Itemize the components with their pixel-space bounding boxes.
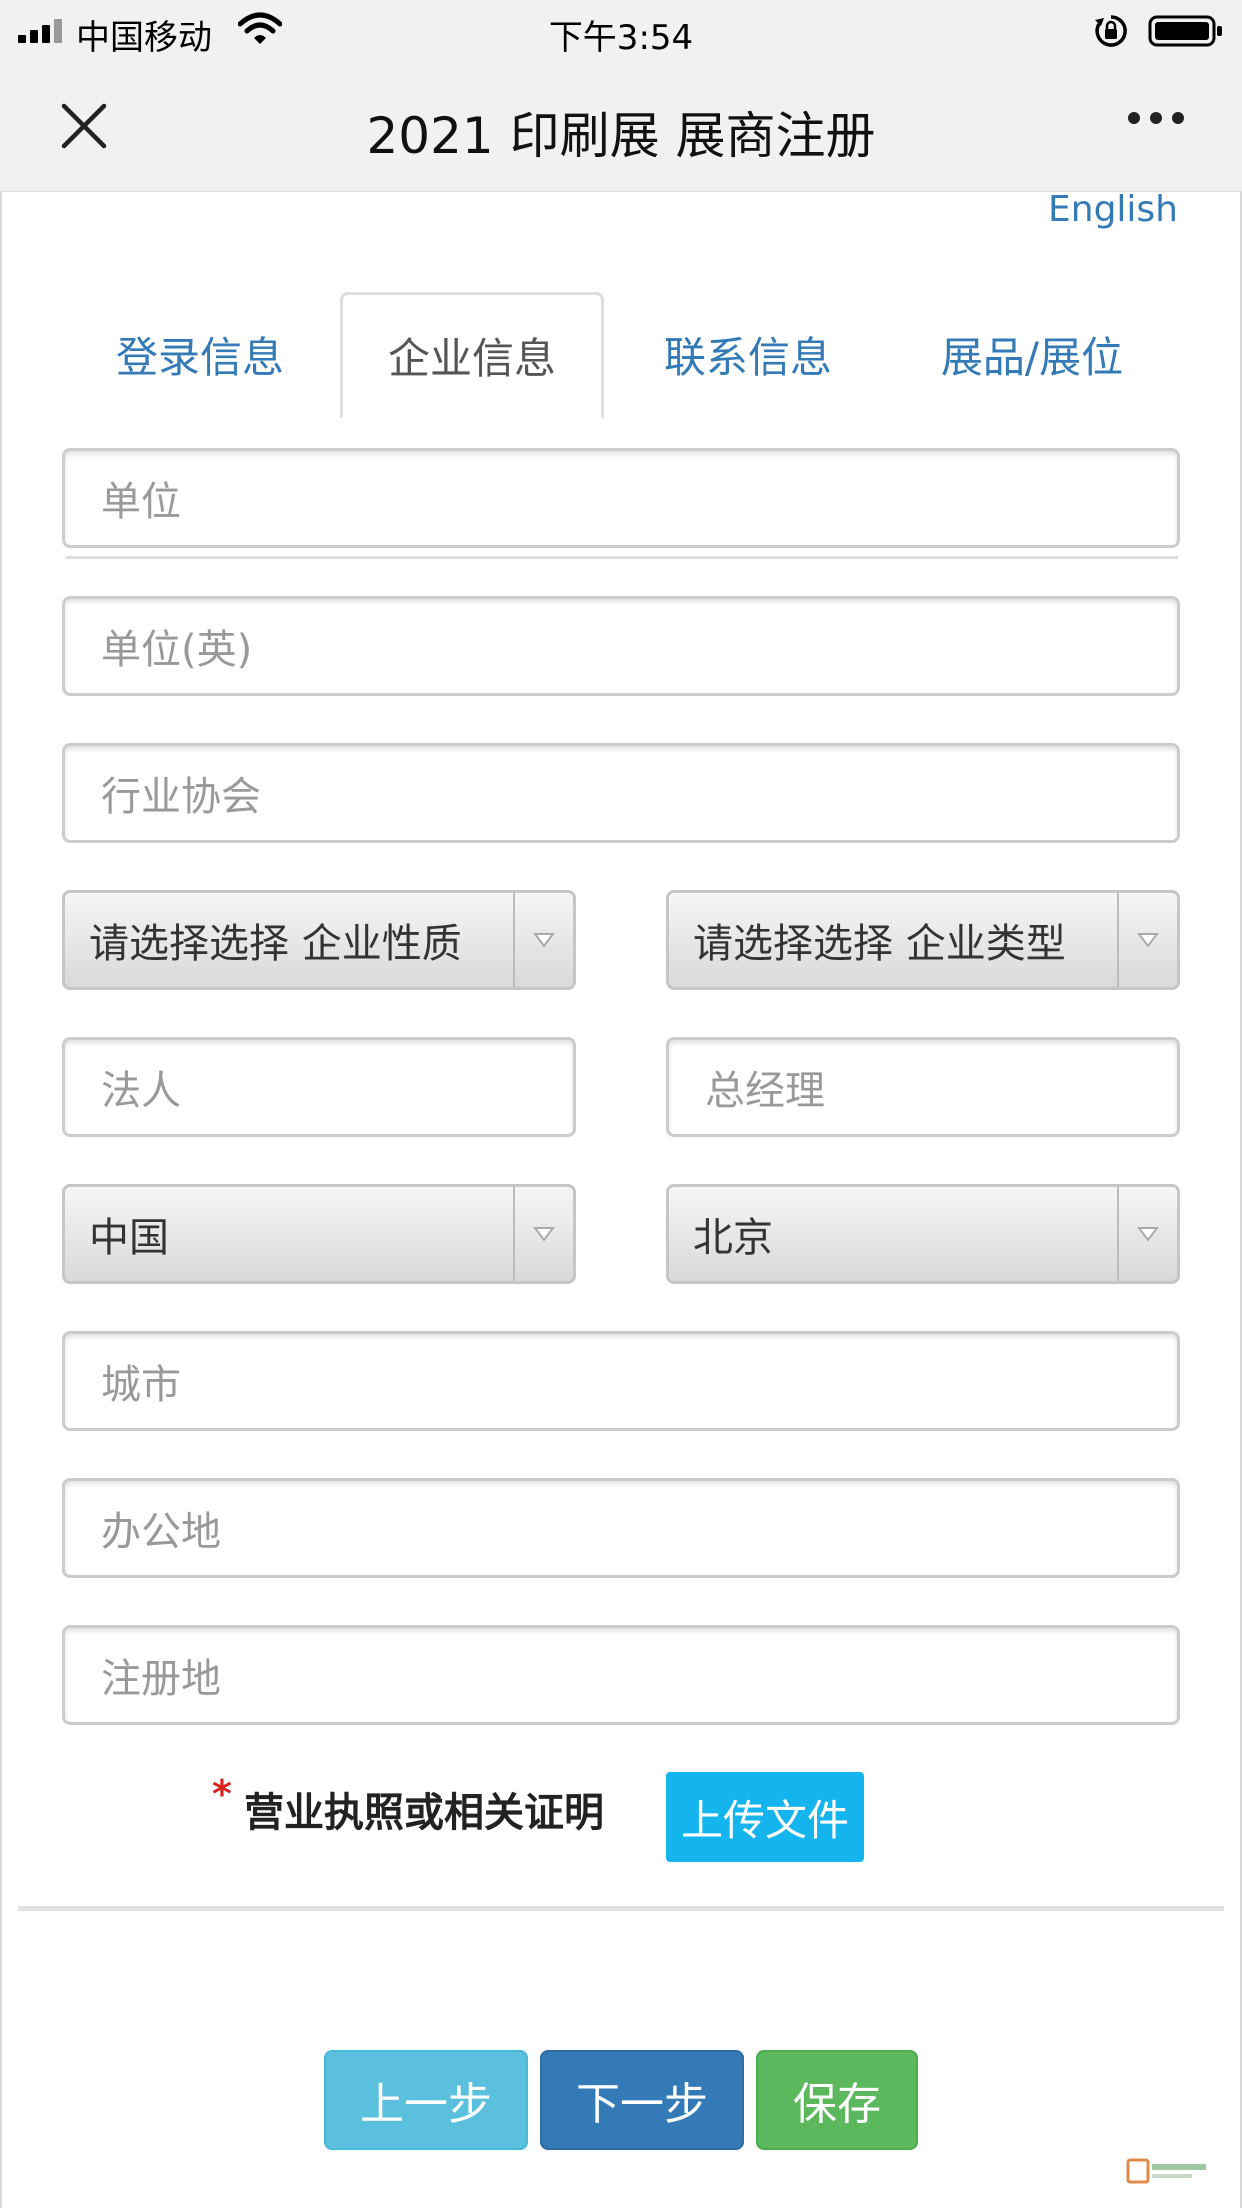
required-mark: * [212, 1772, 232, 1816]
country-select[interactable]: 中国 [62, 1184, 576, 1284]
province-select[interactable]: 北京 [666, 1184, 1180, 1284]
tab-divider [66, 556, 1178, 559]
watermark-logo [1126, 2158, 1206, 2184]
section-divider [18, 1906, 1224, 1911]
company-name-en-input[interactable]: 单位(英) [62, 596, 1180, 696]
previous-step-button[interactable]: 上一步 [324, 2050, 528, 2150]
chevron-down-icon [513, 893, 573, 987]
battery-icon [1148, 15, 1222, 47]
language-switch-link[interactable]: English [1048, 192, 1178, 228]
company-type-select-value: 请选择选择 企业类型 [693, 921, 1066, 967]
company-name-input[interactable]: 单位 [62, 448, 1180, 548]
page-title: 2021 印刷展 展商注册 [366, 107, 876, 165]
tab-login-info[interactable]: 登录信息 [78, 292, 322, 416]
nav-bar: 2021 印刷展 展商注册 [0, 62, 1242, 192]
company-nature-select[interactable]: 请选择选择 企业性质 [62, 890, 576, 990]
company-nature-select-value: 请选择选择 企业性质 [89, 921, 462, 967]
status-bar: 中国移动 下午3:54 [0, 0, 1242, 62]
more-icon[interactable] [1128, 112, 1184, 124]
chevron-down-icon [1117, 1187, 1177, 1281]
general-manager-input[interactable]: 总经理 [666, 1037, 1180, 1137]
chevron-down-icon [513, 1187, 573, 1281]
business-license-label: 营业执照或相关证明 [244, 1790, 604, 1836]
upload-file-button[interactable]: 上传文件 [666, 1772, 864, 1862]
industry-association-input[interactable]: 行业协会 [62, 743, 1180, 843]
company-type-select[interactable]: 请选择选择 企业类型 [666, 890, 1180, 990]
country-select-value: 中国 [89, 1215, 169, 1261]
page: 中国移动 下午3:54 2021 印刷展 展商注册 English 登录信息 企… [0, 0, 1242, 2208]
next-step-button[interactable]: 下一步 [540, 2050, 744, 2150]
office-address-input[interactable]: 办公地 [62, 1478, 1180, 1578]
chevron-down-icon [1117, 893, 1177, 987]
save-button[interactable]: 保存 [756, 2050, 918, 2150]
registered-address-input[interactable]: 注册地 [62, 1625, 1180, 1725]
province-select-value: 北京 [693, 1215, 773, 1261]
city-input[interactable]: 城市 [62, 1331, 1180, 1431]
rotation-lock-icon [1095, 15, 1127, 47]
status-time: 下午3:54 [548, 18, 694, 58]
tab-company-info[interactable]: 企业信息 [340, 292, 604, 419]
legal-person-input[interactable]: 法人 [62, 1037, 576, 1137]
tab-exhibit-booth[interactable]: 展品/展位 [892, 292, 1172, 416]
tab-contact-info[interactable]: 联系信息 [622, 292, 874, 416]
